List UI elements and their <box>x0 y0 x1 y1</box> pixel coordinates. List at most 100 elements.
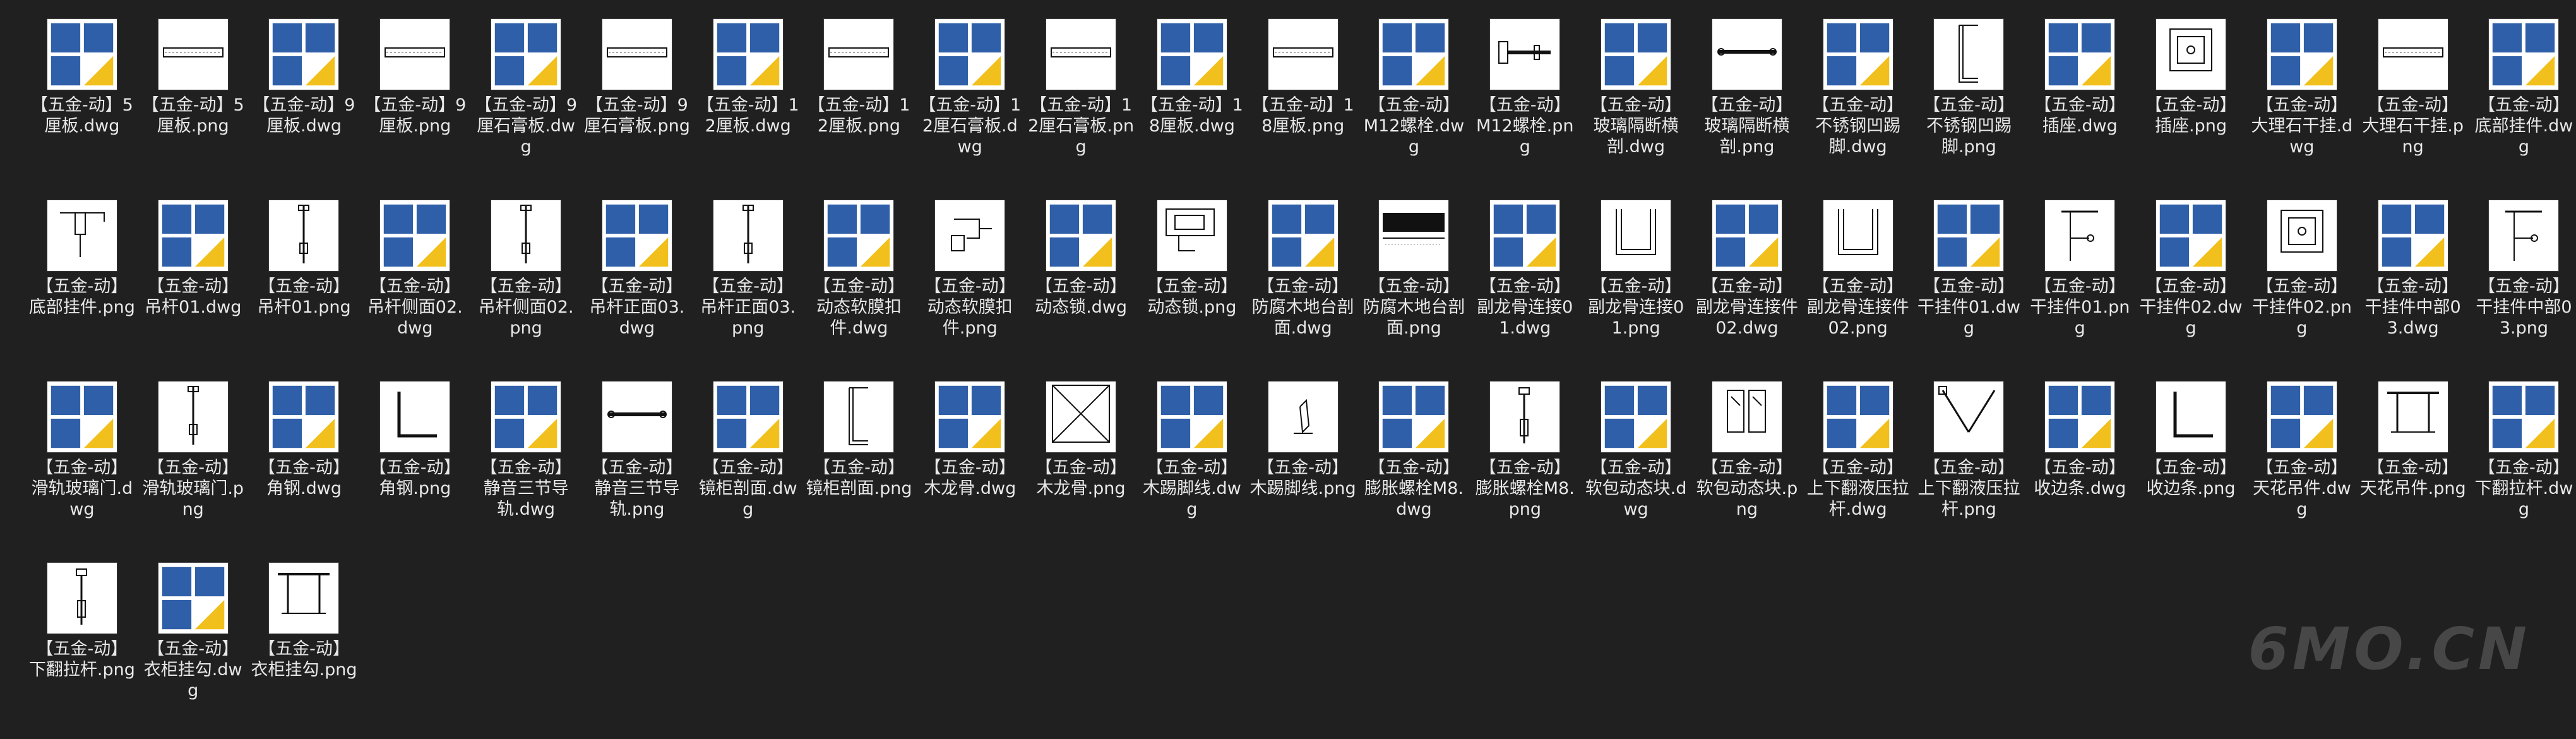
file-item[interactable]: 【五金-动】吊杆01.png <box>249 195 360 376</box>
file-item[interactable]: 【五金-动】软包动态块.dwg <box>1580 376 1691 558</box>
file-thumbnail[interactable] <box>935 19 1005 90</box>
file-thumbnail[interactable] <box>1046 200 1116 271</box>
file-thumbnail[interactable] <box>491 200 561 271</box>
file-item[interactable]: 【五金-动】9厘石膏板.dwg <box>470 14 581 195</box>
file-thumbnail[interactable] <box>1601 382 1671 452</box>
file-thumbnail[interactable] <box>1823 200 1893 271</box>
file-thumbnail[interactable] <box>824 382 894 452</box>
file-item[interactable]: 【五金-动】软包动态块.png <box>1691 376 1803 558</box>
file-item[interactable]: 【五金-动】木龙骨.dwg <box>914 376 1025 558</box>
file-thumbnail[interactable] <box>1268 382 1338 452</box>
file-thumbnail[interactable] <box>1157 382 1227 452</box>
file-item[interactable]: 【五金-动】12厘石膏板.png <box>1025 14 1136 195</box>
file-item[interactable]: 【五金-动】不锈钢凹踢脚.png <box>1914 14 2025 195</box>
file-item[interactable]: 【五金-动】插座.png <box>2135 14 2246 195</box>
file-thumbnail[interactable] <box>2489 382 2559 452</box>
file-item[interactable]: 【五金-动】底部挂件.dwg <box>2469 14 2576 195</box>
file-thumbnail[interactable] <box>2156 19 2226 90</box>
file-thumbnail[interactable] <box>1268 200 1338 271</box>
file-thumbnail[interactable] <box>824 19 894 90</box>
file-thumbnail[interactable] <box>269 19 339 90</box>
file-item[interactable]: 【五金-动】干挂件01.dwg <box>1914 195 2025 376</box>
file-item[interactable]: 【五金-动】副龙骨连接件02.dwg <box>1691 195 1803 376</box>
file-item[interactable]: 【五金-动】静音三节导轨.dwg <box>470 376 581 558</box>
file-thumbnail[interactable] <box>2267 19 2337 90</box>
file-item[interactable]: 【五金-动】吊杆正面03.dwg <box>581 195 693 376</box>
file-item[interactable]: 【五金-动】滑轨玻璃门.dwg <box>27 376 138 558</box>
file-thumbnail[interactable] <box>1490 200 1560 271</box>
file-thumbnail[interactable] <box>1712 19 1782 90</box>
file-item[interactable]: 【五金-动】动态锁.dwg <box>1025 195 1136 376</box>
file-item[interactable]: 【五金-动】大理石干挂.dwg <box>2246 14 2358 195</box>
file-thumbnail[interactable] <box>1046 382 1116 452</box>
file-thumbnail[interactable] <box>491 382 561 452</box>
file-thumbnail[interactable] <box>1157 19 1227 90</box>
file-thumbnail[interactable] <box>158 382 228 452</box>
file-thumbnail[interactable] <box>380 19 450 90</box>
file-item[interactable]: 【五金-动】5厘板.png <box>138 14 249 195</box>
file-item[interactable]: 【五金-动】吊杆01.dwg <box>138 195 249 376</box>
file-thumbnail[interactable] <box>2489 200 2559 271</box>
file-item[interactable]: 【五金-动】天花吊件.dwg <box>2246 376 2358 558</box>
file-thumbnail[interactable] <box>2378 19 2448 90</box>
file-item[interactable]: 【五金-动】M12螺栓.png <box>1469 14 1580 195</box>
file-item[interactable]: 【五金-动】下翻拉杆.dwg <box>2469 376 2576 558</box>
file-thumbnail[interactable] <box>47 200 117 271</box>
file-item[interactable]: 【五金-动】收边条.png <box>2135 376 2246 558</box>
file-thumbnail[interactable] <box>1712 200 1782 271</box>
file-item[interactable]: 【五金-动】副龙骨连接01.png <box>1580 195 1691 376</box>
file-thumbnail[interactable] <box>602 382 672 452</box>
file-thumbnail[interactable] <box>269 200 339 271</box>
file-item[interactable]: 【五金-动】镜柜剖面.dwg <box>693 376 804 558</box>
file-item[interactable]: 【五金-动】底部挂件.png <box>27 195 138 376</box>
file-item[interactable]: 【五金-动】干挂件中部03.dwg <box>2358 195 2469 376</box>
file-thumbnail[interactable] <box>1823 382 1893 452</box>
file-thumbnail[interactable] <box>2045 382 2115 452</box>
file-thumbnail[interactable] <box>2045 19 2115 90</box>
file-item[interactable]: 【五金-动】不锈钢凹踢脚.dwg <box>1803 14 1914 195</box>
file-thumbnail[interactable] <box>2267 382 2337 452</box>
file-item[interactable]: 【五金-动】玻璃隔断横剖.dwg <box>1580 14 1691 195</box>
file-item[interactable]: 【五金-动】12厘板.png <box>804 14 915 195</box>
file-thumbnail[interactable] <box>1601 200 1671 271</box>
file-item[interactable]: 【五金-动】衣柜挂勾.png <box>249 558 360 739</box>
file-thumbnail[interactable] <box>269 563 339 634</box>
file-thumbnail[interactable] <box>1490 382 1560 452</box>
file-thumbnail[interactable] <box>158 563 228 634</box>
file-item[interactable]: 【五金-动】动态软膜扣件.dwg <box>804 195 915 376</box>
file-item[interactable]: 【五金-动】收边条.dwg <box>2024 376 2135 558</box>
file-thumbnail[interactable] <box>2378 382 2448 452</box>
file-item[interactable]: 【五金-动】膨胀螺栓M8.png <box>1469 376 1580 558</box>
file-item[interactable]: 【五金-动】副龙骨连接件02.png <box>1803 195 1914 376</box>
file-thumbnail[interactable] <box>1379 19 1449 90</box>
file-item[interactable]: 【五金-动】12厘板.dwg <box>693 14 804 195</box>
file-thumbnail[interactable] <box>380 382 450 452</box>
file-item[interactable]: 【五金-动】9厘板.dwg <box>249 14 360 195</box>
file-item[interactable]: 【五金-动】9厘石膏板.png <box>581 14 693 195</box>
file-thumbnail[interactable] <box>935 200 1005 271</box>
file-item[interactable]: 【五金-动】镜柜剖面.png <box>804 376 915 558</box>
file-thumbnail[interactable] <box>1934 200 2004 271</box>
file-thumbnail[interactable] <box>935 382 1005 452</box>
file-item[interactable]: 【五金-动】动态软膜扣件.png <box>914 195 1025 376</box>
file-item[interactable]: 【五金-动】吊杆侧面02.dwg <box>359 195 470 376</box>
file-item[interactable]: 【五金-动】动态锁.png <box>1136 195 1248 376</box>
file-thumbnail[interactable] <box>269 382 339 452</box>
file-item[interactable]: 【五金-动】下翻拉杆.png <box>27 558 138 739</box>
file-thumbnail[interactable] <box>2267 200 2337 271</box>
file-item[interactable]: 【五金-动】静音三节导轨.png <box>581 376 693 558</box>
file-thumbnail[interactable] <box>1712 382 1782 452</box>
file-item[interactable]: 【五金-动】角钢.dwg <box>249 376 360 558</box>
file-thumbnail[interactable] <box>824 200 894 271</box>
file-item[interactable]: 【五金-动】M12螺栓.dwg <box>1359 14 1470 195</box>
file-item[interactable]: 【五金-动】玻璃隔断横剖.png <box>1691 14 1803 195</box>
file-item[interactable]: 【五金-动】滑轨玻璃门.png <box>138 376 249 558</box>
file-thumbnail[interactable] <box>713 19 783 90</box>
file-item[interactable]: 【五金-动】大理石干挂.png <box>2358 14 2469 195</box>
file-item[interactable]: 【五金-动】副龙骨连接01.dwg <box>1469 195 1580 376</box>
file-thumbnail[interactable] <box>1490 19 1560 90</box>
file-thumbnail[interactable] <box>2045 200 2115 271</box>
file-thumbnail[interactable] <box>1934 19 2004 90</box>
file-item[interactable]: 【五金-动】干挂件02.dwg <box>2135 195 2246 376</box>
file-thumbnail[interactable] <box>1379 200 1449 271</box>
